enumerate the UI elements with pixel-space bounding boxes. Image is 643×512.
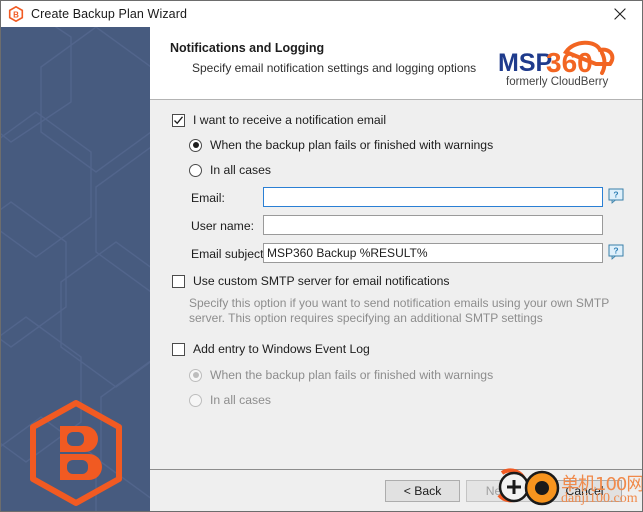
checkbox-box xyxy=(172,342,185,356)
msp360-logo-tagline: formerly CloudBerry xyxy=(506,76,608,88)
windows-event-log-label: Add entry to Windows Event Log xyxy=(193,342,370,356)
eventlog-radio-all-cases-label: In all cases xyxy=(210,393,271,407)
sidebar-hexagon-b-logo xyxy=(29,400,122,506)
page-header: Notifications and Logging Specify email … xyxy=(150,27,642,100)
checkbox-box xyxy=(172,113,185,127)
cancel-button[interactable]: Cancel xyxy=(547,480,622,502)
notification-radio-all-cases-label: In all cases xyxy=(210,163,271,177)
username-input[interactable] xyxy=(263,215,603,235)
next-button[interactable]: Next > xyxy=(466,480,541,502)
email-field-label: Email: xyxy=(191,191,225,205)
notification-radio-all-cases[interactable]: In all cases xyxy=(189,163,271,177)
notification-email-label: I want to receive a notification email xyxy=(193,113,387,127)
title-bar: B Create Backup Plan Wizard xyxy=(1,1,642,27)
svg-text:B: B xyxy=(13,10,19,19)
page-subtitle: Specify email notification settings and … xyxy=(192,61,477,75)
notification-radio-on-failure[interactable]: When the backup plan fails or finished w… xyxy=(189,138,493,152)
eventlog-radio-all-cases: In all cases xyxy=(189,393,271,407)
svg-text:?: ? xyxy=(613,246,618,256)
windows-event-log-checkbox[interactable]: Add entry to Windows Event Log xyxy=(172,342,370,356)
msp360-logo-secondary: 360 xyxy=(546,47,593,78)
radio-button xyxy=(189,163,202,177)
sidebar-banner xyxy=(1,27,150,511)
email-subject-input[interactable] xyxy=(263,243,603,263)
page-content: I want to receive a notification email W… xyxy=(150,100,642,469)
notification-radio-on-failure-label: When the backup plan fails or finished w… xyxy=(210,138,494,152)
checkmark-icon xyxy=(174,115,184,124)
close-button[interactable] xyxy=(597,1,642,27)
radio-button xyxy=(189,393,202,407)
email-input[interactable] xyxy=(263,187,603,207)
email-subject-help-icon[interactable]: ? xyxy=(608,244,624,260)
svg-text:?: ? xyxy=(613,190,618,200)
page-title: Notifications and Logging xyxy=(170,41,325,55)
username-field-label: User name: xyxy=(191,219,254,233)
msp360-logo: MSP 360 formerly CloudBerry xyxy=(498,40,615,88)
close-icon xyxy=(613,8,626,20)
app-hexagon-b-icon: B xyxy=(8,5,24,23)
wizard-window: B Create Backup Plan Wizard Notification… xyxy=(0,0,643,512)
eventlog-radio-on-failure-label: When the backup plan fails or finished w… xyxy=(210,368,494,382)
checkbox-box xyxy=(172,274,185,288)
eventlog-radio-on-failure: When the backup plan fails or finished w… xyxy=(189,368,493,382)
custom-smtp-hint: Specify this option if you want to send … xyxy=(189,296,609,325)
email-help-icon[interactable]: ? xyxy=(608,188,624,204)
notification-email-checkbox[interactable]: I want to receive a notification email xyxy=(172,113,386,127)
back-button[interactable]: < Back xyxy=(385,480,460,502)
email-subject-field-label: Email subject: xyxy=(191,247,267,261)
radio-button xyxy=(189,368,202,382)
custom-smtp-label: Use custom SMTP server for email notific… xyxy=(193,274,450,288)
wizard-footer: < Back Next > Cancel xyxy=(150,470,642,511)
radio-button xyxy=(189,138,202,152)
msp360-logo-primary: MSP xyxy=(498,49,552,77)
window-title: Create Backup Plan Wizard xyxy=(31,7,188,21)
custom-smtp-checkbox[interactable]: Use custom SMTP server for email notific… xyxy=(172,274,449,288)
